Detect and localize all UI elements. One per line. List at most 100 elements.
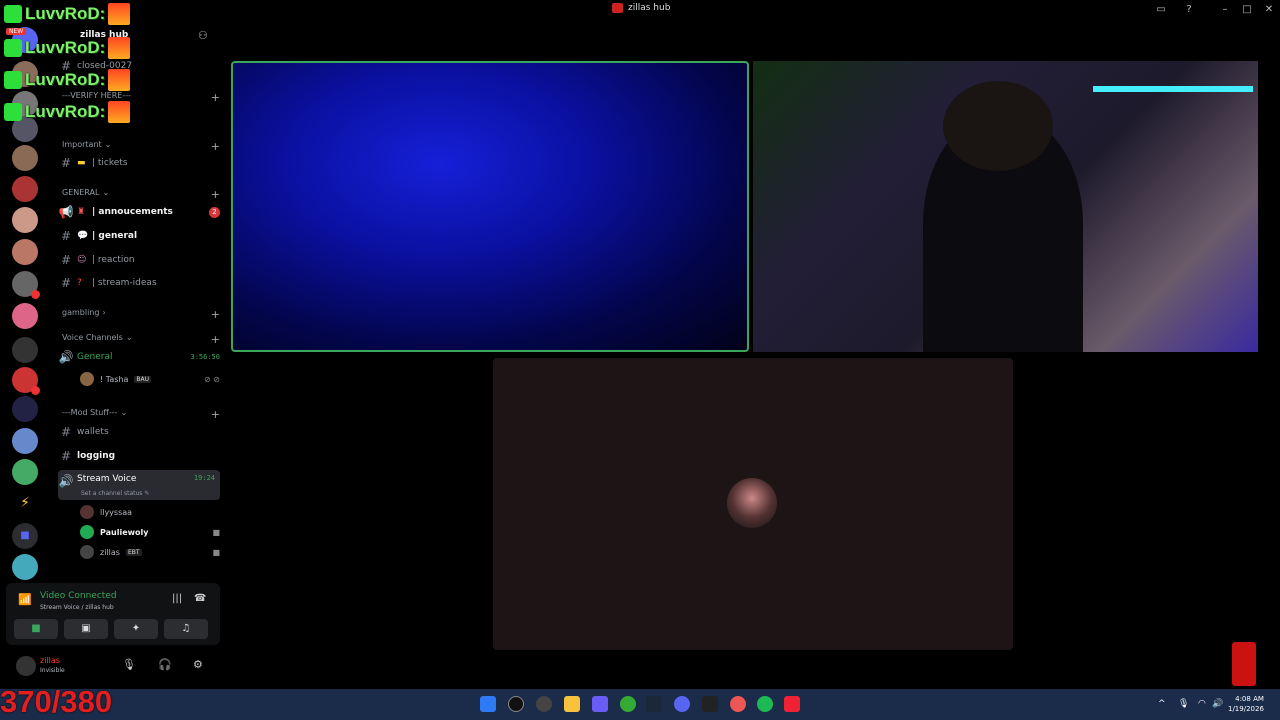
server-icon[interactable]	[12, 176, 38, 202]
avatar	[80, 505, 94, 519]
voice-user[interactable]: ! Tasha BAU ⊘ ⊘	[80, 370, 220, 388]
server-icon[interactable]	[12, 303, 38, 329]
microphone-icon[interactable]: 🎙	[1178, 699, 1189, 709]
hash-icon: #	[60, 229, 72, 243]
category-important[interactable]: Important ⌄ +	[62, 140, 220, 153]
voice-user[interactable]: Pauliewoly ■	[80, 523, 220, 541]
speech-icon: 💬	[77, 231, 89, 241]
user-panel: zillas Invisible 🎙 🎧 ⚙	[6, 650, 220, 682]
siren-icon: ♜	[77, 207, 86, 217]
noise-suppression-icon[interactable]: |||	[172, 593, 182, 604]
category-mod-stuff[interactable]: ---Mod Stuff--- ⌄ +	[62, 408, 220, 421]
activities-button[interactable]: ✦	[114, 619, 158, 639]
fire-icon	[108, 101, 131, 123]
chrome-icon[interactable]	[620, 696, 636, 712]
channel-logging[interactable]: # logging	[58, 446, 220, 466]
lightning-icon[interactable]: ⚡	[12, 490, 38, 516]
soundboard-button[interactable]: ♫	[164, 619, 208, 639]
app-icon[interactable]	[592, 696, 608, 712]
minimize-icon[interactable]: –	[1218, 3, 1232, 17]
folder-icon[interactable]	[564, 696, 580, 712]
spotify-icon[interactable]	[757, 696, 773, 712]
follower-counter: 370/380	[0, 684, 113, 719]
server-icon	[612, 3, 623, 13]
question-icon: ?	[77, 278, 82, 288]
server-icon[interactable]	[12, 367, 40, 395]
server-icon[interactable]	[12, 396, 38, 422]
add-channel-icon[interactable]: +	[211, 188, 220, 201]
server-icon[interactable]	[12, 459, 38, 485]
disconnect-icon[interactable]: ☎	[194, 593, 206, 604]
megaphone-icon: 📢	[58, 205, 74, 219]
category-general[interactable]: GENERAL ⌄ +	[62, 188, 220, 201]
app-icon[interactable]	[784, 696, 800, 712]
headphones-icon[interactable]: 🎧	[158, 658, 172, 671]
led-light	[1093, 86, 1253, 92]
maximize-icon[interactable]: □	[1240, 3, 1254, 17]
video-tile-3[interactable]	[493, 358, 1013, 650]
add-channel-icon[interactable]: +	[211, 333, 220, 346]
channel-general[interactable]: # 💬 | general	[58, 226, 220, 246]
face-icon: ☺	[77, 255, 87, 265]
video-tile-1[interactable]	[231, 61, 749, 352]
chevron-up-icon[interactable]: ^	[1158, 699, 1166, 709]
start-icon[interactable]	[480, 696, 496, 712]
hash-icon: #	[60, 449, 72, 463]
add-channel-icon[interactable]: +	[211, 91, 220, 104]
wifi-icon[interactable]: ◠	[1198, 699, 1206, 709]
category-gambling[interactable]: gambling › +	[62, 308, 220, 321]
clock[interactable]: 4:08 AM 1/19/2026	[1228, 694, 1264, 714]
ticket-icon: ▬	[77, 158, 86, 168]
steam-icon[interactable]	[646, 696, 662, 712]
server-icon[interactable]	[12, 337, 38, 363]
inbox-icon[interactable]: ▭	[1154, 3, 1168, 17]
avatar	[727, 478, 777, 528]
avatar	[80, 525, 94, 539]
server-icon[interactable]	[12, 207, 38, 233]
discord-icon[interactable]	[674, 696, 690, 712]
server-icon[interactable]	[12, 145, 38, 171]
volume-icon[interactable]: 🔊	[1212, 699, 1223, 709]
add-channel-icon[interactable]: +	[211, 140, 220, 153]
hash-icon: #	[60, 276, 72, 290]
channel-wallets[interactable]: # wallets	[58, 422, 220, 442]
camera-button[interactable]: ■	[14, 619, 58, 639]
settings-icon[interactable]: ⚙	[193, 658, 203, 671]
fire-icon	[108, 37, 131, 59]
close-icon[interactable]: ✕	[1262, 3, 1276, 17]
title-bar: zillas hub ▭ ? – □ ✕	[0, 0, 1280, 21]
gift-icon	[4, 71, 22, 89]
voice-user[interactable]: llyyssaa	[80, 503, 220, 521]
microphone-icon[interactable]: 🎙	[122, 658, 136, 671]
channel-stream-ideas[interactable]: # ? | stream-ideas	[58, 273, 220, 293]
video-tile-2[interactable]	[753, 61, 1258, 352]
server-icon[interactable]	[12, 554, 38, 580]
channel-status[interactable]: Set a channel status ✎	[81, 490, 149, 497]
pencil-icon: ✎	[144, 490, 150, 497]
channel-annoucements[interactable]: 📢 ♜ | annoucements 2	[58, 202, 220, 222]
add-channel-icon[interactable]: +	[211, 408, 220, 421]
add-channel-icon[interactable]: +	[211, 308, 220, 321]
channel-reaction[interactable]: # ☺ | reaction	[58, 250, 220, 270]
server-icon[interactable]	[12, 239, 38, 265]
chat-overlay-line: LuvvRoD:	[4, 100, 164, 124]
server-icon[interactable]	[12, 271, 40, 299]
folder-icon[interactable]: ■	[12, 523, 38, 549]
channel-tickets[interactable]: # ▬ | tickets	[58, 153, 220, 173]
voice-channel-general[interactable]: 🔊 General 3:56:50	[58, 347, 220, 367]
avatar	[80, 545, 94, 559]
server-icon[interactable]	[12, 428, 38, 454]
muted-icon: ⊘ ⊘	[204, 374, 220, 384]
invite-people-icon[interactable]: ⚇	[198, 29, 208, 42]
hash-icon: #	[60, 253, 72, 267]
help-icon[interactable]: ?	[1182, 3, 1196, 17]
signal-icon[interactable]: 📶	[18, 593, 32, 607]
category-voice[interactable]: Voice Channels ⌄ +	[62, 333, 220, 346]
avatar[interactable]	[16, 656, 36, 676]
app-icon[interactable]	[730, 696, 746, 712]
app-icon[interactable]	[702, 696, 718, 712]
screenshare-button[interactable]: ▣	[64, 619, 108, 639]
app-icon[interactable]	[536, 696, 552, 712]
voice-user[interactable]: zillas EBT ■	[80, 543, 220, 561]
app-icon[interactable]	[508, 696, 524, 712]
